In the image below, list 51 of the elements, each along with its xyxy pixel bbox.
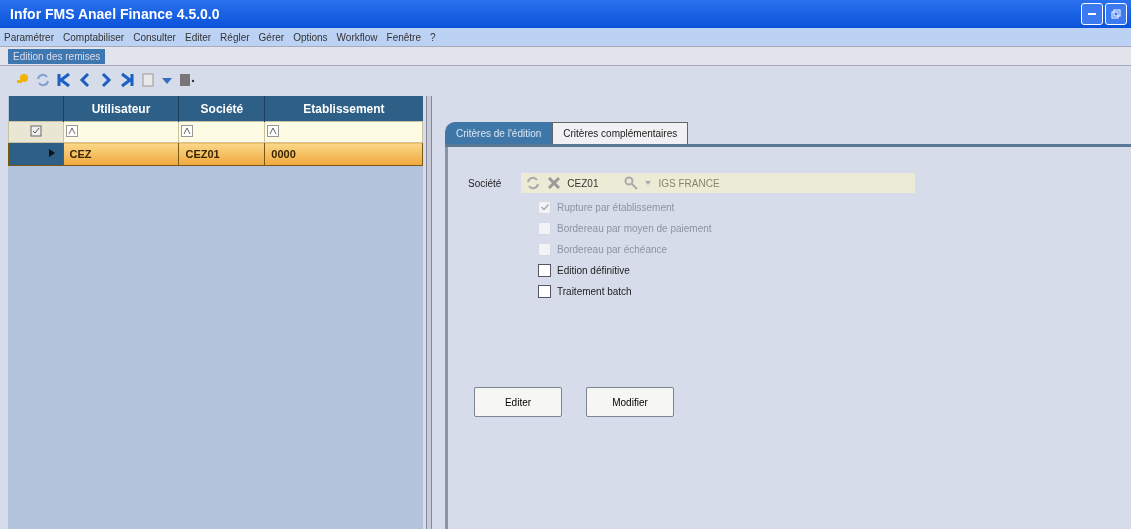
filter-cell[interactable] [63,121,179,143]
refresh-icon[interactable] [525,176,542,190]
splitter[interactable] [426,96,432,529]
menu-item[interactable]: Consulter [133,31,176,43]
action-button[interactable]: Editer [474,387,562,417]
filter-operator-icon [181,125,194,137]
checkbox[interactable] [538,263,551,277]
row-pointer-icon [46,148,57,158]
filter-operator-icon [267,125,280,137]
clear-icon[interactable] [547,176,562,190]
checkbox-label: Rupture par établissement [557,201,675,213]
column-header[interactable]: Société [178,96,265,122]
column-header[interactable]: Etablissement [264,96,423,122]
filter-cell[interactable] [264,121,423,143]
column-header[interactable]: Utilisateur [63,96,179,122]
menu-item[interactable]: Workflow [336,31,378,43]
restore-icon [1111,9,1121,19]
checkbox-label: Bordereau par moyen de paiement [557,222,712,234]
table-cell[interactable]: CEZ [63,142,179,166]
menu-item[interactable]: Régler [220,31,250,43]
restore-button[interactable] [1105,3,1127,25]
minimize-icon [1088,13,1096,15]
checkbox-label: Traitement batch [557,285,632,297]
menu-item[interactable]: Editer [184,31,212,43]
menu-item[interactable]: Paramétrer [4,31,54,43]
document-icon[interactable] [140,72,156,88]
menu-item[interactable]: Comptabiliser [63,31,125,43]
checkbox-label: Bordereau par échéance [557,243,668,255]
menu-item[interactable]: Fenêtre [386,31,421,43]
checkbox-label: Edition définitive [557,264,630,276]
tab[interactable]: Critères complémentaires [552,122,689,144]
filter-cell[interactable] [178,121,265,143]
header-corner [8,96,63,122]
last-icon[interactable] [119,72,135,88]
action-button[interactable]: Modifier [586,387,674,417]
checkbox[interactable] [538,284,551,298]
first-icon[interactable] [56,72,72,88]
document-tab[interactable]: Edition des remises [8,48,106,64]
menu-item[interactable]: Gérer [258,31,285,43]
menu-item[interactable]: ? [430,31,436,43]
filter-icon[interactable] [29,125,42,137]
field-label: Société [468,177,502,189]
menu-item[interactable]: Options [293,31,328,43]
minimize-button[interactable] [1081,3,1103,25]
company-lookup-field[interactable]: CEZ01 IGS FRANCE [521,173,916,193]
filter-operator-icon [65,125,78,137]
tab[interactable]: Critères de l'édition [445,122,553,144]
search-icon[interactable] [624,176,639,190]
table-cell[interactable]: 0000 [264,142,423,166]
window-title: Infor FMS Anael Finance 4.5.0.0 [10,6,220,22]
refresh-icon[interactable] [35,72,51,88]
